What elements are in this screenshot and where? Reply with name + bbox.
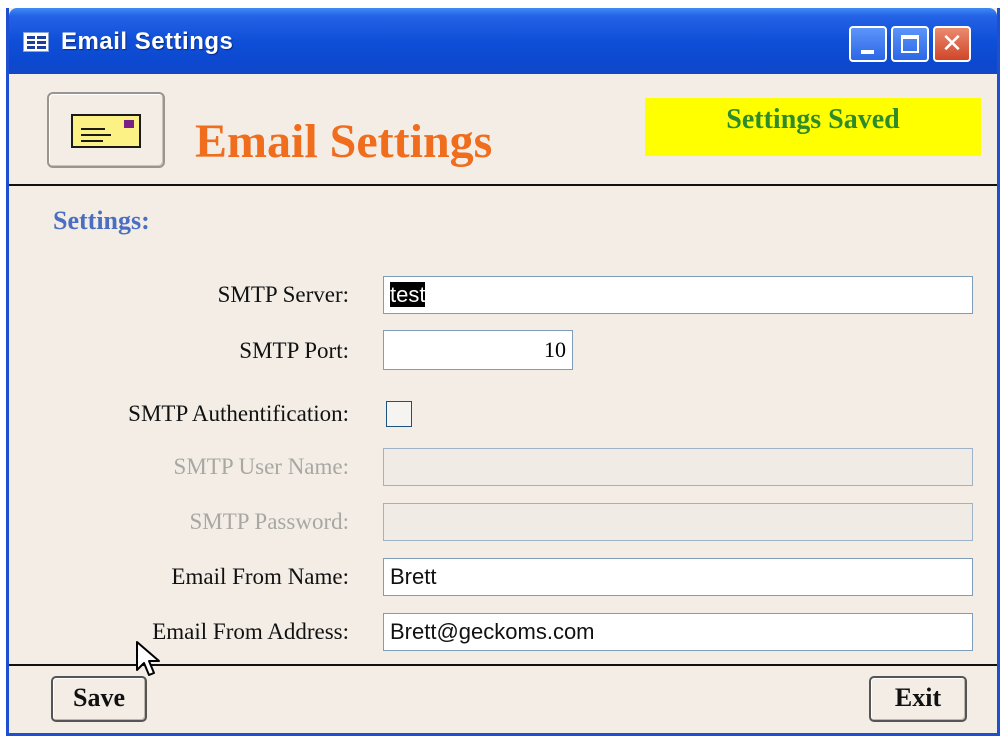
- email-settings-window: Email Settings ✕ Email Settings Settings…: [6, 8, 1000, 736]
- smtp-port-label: SMTP Port:: [239, 338, 349, 363]
- smtp-auth-label: SMTP Authentification:: [128, 401, 349, 426]
- smtp-server-value: test: [390, 282, 426, 307]
- title-bar[interactable]: Email Settings ✕: [9, 8, 997, 74]
- header-divider: [9, 184, 997, 186]
- smtp-password-label: SMTP Password:: [189, 509, 349, 534]
- maximize-icon: [901, 35, 919, 53]
- save-button[interactable]: Save: [51, 676, 147, 722]
- mouse-pointer-icon: [136, 641, 160, 676]
- page-title: Email Settings: [195, 115, 493, 168]
- minimize-icon: [861, 50, 874, 54]
- maximize-button[interactable]: [891, 26, 929, 62]
- form-icon: [23, 32, 49, 52]
- smtp-server-label: SMTP Server:: [217, 282, 349, 307]
- from-address-input[interactable]: Brett@geckoms.com: [383, 613, 973, 651]
- exit-button[interactable]: Exit: [869, 676, 967, 722]
- smtp-port-input[interactable]: 10: [383, 330, 573, 370]
- send-email-button[interactable]: [47, 92, 165, 168]
- window-title: Email Settings: [61, 28, 234, 55]
- from-name-label: Email From Name:: [171, 564, 349, 589]
- smtp-server-input[interactable]: test: [383, 276, 973, 314]
- section-label: Settings:: [53, 206, 150, 235]
- from-name-input[interactable]: Brett: [383, 558, 973, 596]
- minimize-button[interactable]: [849, 26, 887, 62]
- from-address-label: Email From Address:: [152, 619, 349, 644]
- smtp-password-input[interactable]: [383, 503, 973, 541]
- smtp-auth-checkbox[interactable]: [386, 401, 412, 427]
- status-badge: Settings Saved: [645, 98, 981, 156]
- smtp-user-label: SMTP User Name:: [173, 454, 349, 479]
- close-button[interactable]: ✕: [933, 26, 971, 62]
- envelope-icon: [71, 114, 141, 148]
- close-icon: ✕: [941, 29, 963, 59]
- form-header: Email Settings Settings Saved: [9, 74, 997, 184]
- smtp-user-input[interactable]: [383, 448, 973, 486]
